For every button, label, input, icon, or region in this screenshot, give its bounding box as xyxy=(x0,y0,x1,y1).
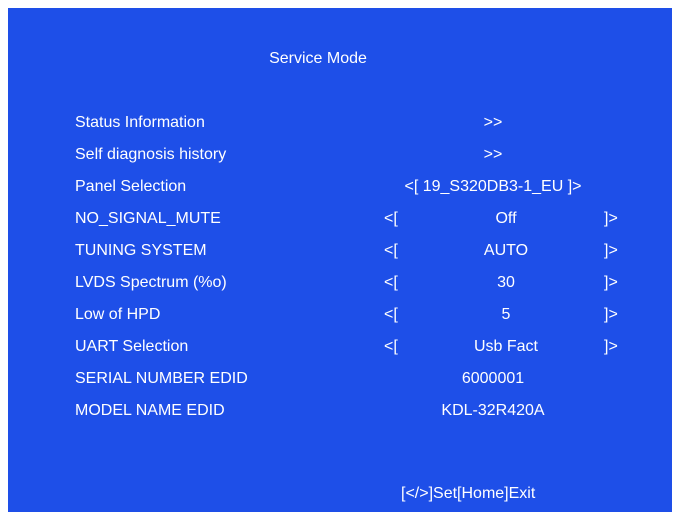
menu-item-value: 6000001 xyxy=(461,370,525,387)
menu-item-label: UART Selection xyxy=(75,338,189,355)
menu-item-label: TUNING SYSTEM xyxy=(75,242,207,259)
key-hint-footer: [</>]Set[Home]Exit xyxy=(401,485,536,502)
menu-item-value: <[ 19_S320DB3-1_EU ]> xyxy=(404,178,582,195)
menu-item-panel-selection[interactable]: Panel Selection <[ 19_S320DB3-1_EU ]> xyxy=(8,176,672,198)
decrease-bracket[interactable]: <[ xyxy=(384,304,398,326)
menu-item-lvds-spectrum[interactable]: LVDS Spectrum (%o) <[ 30 ]> xyxy=(8,272,672,294)
decrease-bracket[interactable]: <[ xyxy=(384,240,398,262)
menu-item-value: Usb Fact xyxy=(473,338,538,355)
menu-item-value: AUTO xyxy=(483,242,529,259)
menu-item-label: LVDS Spectrum (%o) xyxy=(75,274,227,291)
menu-item-label: Status Information xyxy=(75,114,205,131)
decrease-bracket[interactable]: <[ xyxy=(384,208,398,230)
menu-item-value: 30 xyxy=(497,274,515,291)
increase-bracket[interactable]: ]> xyxy=(604,240,618,262)
menu-item-label: NO_SIGNAL_MUTE xyxy=(75,210,221,227)
decrease-bracket[interactable]: <[ xyxy=(384,336,398,358)
menu-item-label: SERIAL NUMBER EDID xyxy=(75,370,248,387)
menu-item-no-signal-mute[interactable]: NO_SIGNAL_MUTE <[ Off ]> xyxy=(8,208,672,230)
increase-bracket[interactable]: ]> xyxy=(604,208,618,230)
service-mode-screen: Service Mode Status Information >> Self … xyxy=(8,8,672,512)
menu-item-value: Off xyxy=(495,210,517,227)
menu-item-uart-selection[interactable]: UART Selection <[ Usb Fact ]> xyxy=(8,336,672,358)
decrease-bracket[interactable]: <[ xyxy=(384,272,398,294)
menu-item-label: Panel Selection xyxy=(75,178,187,195)
increase-bracket[interactable]: ]> xyxy=(604,272,618,294)
menu-item-self-diagnosis-history[interactable]: Self diagnosis history >> xyxy=(8,144,672,166)
increase-bracket[interactable]: ]> xyxy=(604,336,618,358)
menu-item-low-of-hpd[interactable]: Low of HPD <[ 5 ]> xyxy=(8,304,672,326)
menu-item-label: Low of HPD xyxy=(75,306,161,323)
menu-item-model-name-edid: MODEL NAME EDID KDL-32R420A xyxy=(8,400,672,422)
increase-bracket[interactable]: ]> xyxy=(604,304,618,326)
menu-item-status-information[interactable]: Status Information >> xyxy=(8,112,672,134)
menu-item-tuning-system[interactable]: TUNING SYSTEM <[ AUTO ]> xyxy=(8,240,672,262)
page-title: Service Mode xyxy=(269,50,367,67)
menu-item-value: 5 xyxy=(501,306,511,323)
submenu-arrow: >> xyxy=(483,146,503,163)
submenu-arrow: >> xyxy=(483,114,503,131)
menu-item-serial-number-edid: SERIAL NUMBER EDID 6000001 xyxy=(8,368,672,390)
menu-item-label: MODEL NAME EDID xyxy=(75,402,225,419)
menu-item-label: Self diagnosis history xyxy=(75,146,227,163)
menu-item-value: KDL-32R420A xyxy=(441,402,545,419)
